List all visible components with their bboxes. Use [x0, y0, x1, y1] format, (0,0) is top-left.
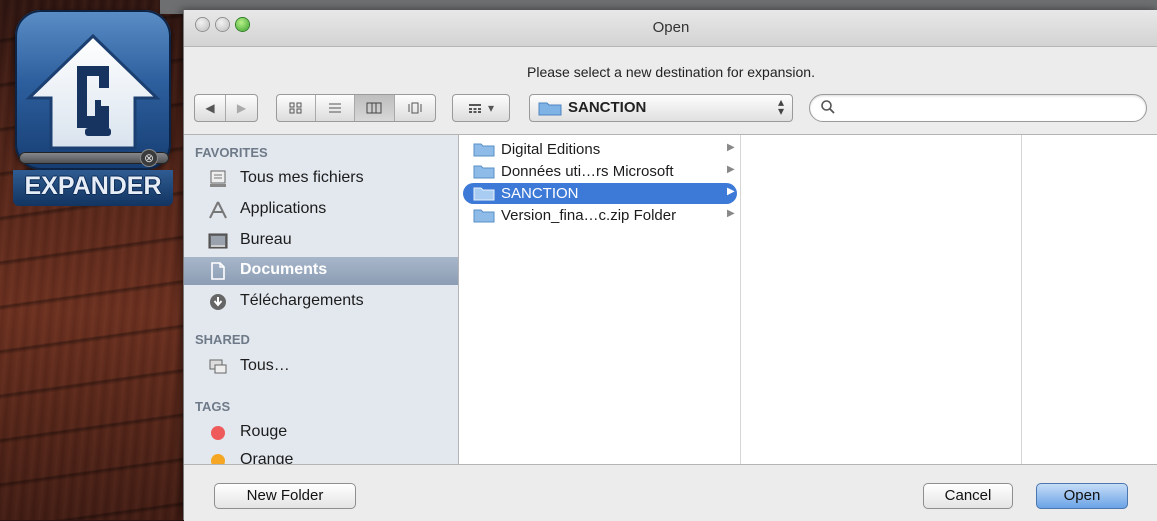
sidebar-item-shared-all[interactable]: Tous…: [184, 353, 458, 381]
search-input[interactable]: [809, 94, 1147, 122]
path-popup-label: SANCTION: [568, 99, 647, 116]
tag-color-dot: [211, 426, 225, 440]
coverflow-view-button[interactable]: [395, 95, 435, 121]
folder-name: Digital Editions: [501, 141, 601, 158]
path-popup-button[interactable]: SANCTION ▴ ▾: [529, 94, 793, 122]
sidebar-item-label: Documents: [240, 261, 328, 278]
sidebar-item-label: Téléchargements: [240, 292, 364, 309]
list-view-button[interactable]: [316, 95, 355, 121]
documents-icon: [211, 262, 225, 280]
folder-icon: [473, 187, 495, 201]
column-browser: Digital Editions ▶ Données uti…rs Micros…: [459, 134, 1157, 464]
clamp-house-icon: [15, 10, 171, 170]
new-folder-button[interactable]: New Folder: [214, 483, 356, 509]
arrange-button[interactable]: ▾: [453, 95, 509, 121]
column-view-button[interactable]: [354, 95, 396, 121]
sidebar-item-label: Bureau: [240, 231, 292, 248]
sidebar-item-label: Applications: [240, 200, 327, 217]
list-item[interactable]: SANCTION ▶: [463, 183, 737, 204]
arrange-menu[interactable]: ▾: [452, 94, 510, 122]
list-view-icon: [328, 103, 341, 113]
desktop-icon: [208, 233, 228, 249]
sidebar-item-label: Orange: [240, 451, 294, 464]
sidebar-item-tag-orange[interactable]: Orange: [184, 447, 458, 464]
coverflow-view-icon: [408, 102, 422, 114]
list-item[interactable]: Version_fina…c.zip Folder ▶: [463, 205, 737, 226]
icon-view-icon: [289, 102, 302, 114]
sidebar: FAVORITES Tous mes fichiers Applications…: [184, 134, 459, 464]
dialog-prompt: Please select a new destination for expa…: [527, 64, 815, 80]
updown-arrows-icon: ▴ ▾: [777, 95, 784, 118]
folder-icon: [538, 102, 562, 116]
sidebar-item-label: Tous mes fichiers: [240, 169, 364, 186]
column-view-icon: [366, 102, 382, 114]
forward-arrow-icon: ▶: [236, 101, 247, 115]
arrange-grid-icon: [468, 104, 481, 113]
folder-name: Version_fina…c.zip Folder: [501, 207, 677, 224]
network-icon: [209, 359, 227, 374]
disclosure-arrow-icon: ▶: [727, 164, 735, 175]
disclosure-arrow-icon: ▶: [727, 186, 735, 197]
sidebar-item-tag-rouge[interactable]: Rouge: [184, 419, 458, 447]
sidebar-item-applications[interactable]: Applications: [184, 196, 458, 224]
cancel-button[interactable]: Cancel: [923, 483, 1013, 509]
title-bar: Open: [184, 10, 1157, 47]
browser-column-2: [740, 135, 1022, 464]
history-nav: ◀ ▶: [194, 94, 258, 122]
sidebar-item-downloads[interactable]: Téléchargements: [184, 288, 458, 316]
browser-column-1: Digital Editions ▶ Données uti…rs Micros…: [459, 135, 741, 464]
folder-name: SANCTION: [501, 185, 579, 202]
chevron-down-icon: ▾: [487, 101, 495, 115]
back-arrow-icon: ◀: [205, 101, 215, 115]
close-icon[interactable]: ⊗: [141, 150, 157, 166]
sidebar-item-label: Rouge: [240, 423, 288, 440]
sidebar-section-shared: SHARED: [195, 332, 250, 347]
expander-app-widget[interactable]: ⊗ EXPANDER: [13, 10, 173, 206]
icon-view-button[interactable]: [277, 95, 316, 121]
sidebar-section-tags: TAGS: [195, 399, 231, 414]
sidebar-item-all-files[interactable]: Tous mes fichiers: [184, 165, 458, 193]
disclosure-arrow-icon: ▶: [727, 208, 735, 219]
list-item[interactable]: Digital Editions ▶: [463, 139, 737, 160]
app-label: EXPANDER: [24, 172, 162, 200]
folder-name: Données uti…rs Microsoft: [501, 163, 674, 180]
browser-column-3: [1021, 135, 1157, 464]
back-button[interactable]: ◀: [195, 95, 226, 121]
dialog-footer: New Folder Cancel Open: [184, 464, 1157, 521]
sidebar-item-label: Tous…: [240, 357, 290, 374]
all-files-icon: [210, 170, 226, 187]
disclosure-arrow-icon: ▶: [727, 142, 735, 153]
forward-button[interactable]: ▶: [226, 95, 257, 121]
folder-icon: [473, 143, 495, 157]
list-item[interactable]: Données uti…rs Microsoft ▶: [463, 161, 737, 182]
open-dialog: Open Please select a new destination for…: [183, 10, 1157, 521]
downloads-icon: [210, 294, 226, 310]
sidebar-item-documents[interactable]: Documents: [184, 257, 458, 285]
applications-icon: [209, 201, 227, 219]
window-title: Open: [652, 19, 690, 36]
folder-icon: [473, 165, 495, 179]
view-mode-segmented: [276, 94, 436, 122]
open-button[interactable]: Open: [1036, 483, 1128, 509]
search-icon: [821, 100, 835, 114]
sidebar-item-desktop[interactable]: Bureau: [184, 227, 458, 255]
sidebar-section-favorites: FAVORITES: [195, 145, 268, 160]
folder-icon: [473, 209, 495, 223]
tag-color-dot: [211, 454, 225, 464]
